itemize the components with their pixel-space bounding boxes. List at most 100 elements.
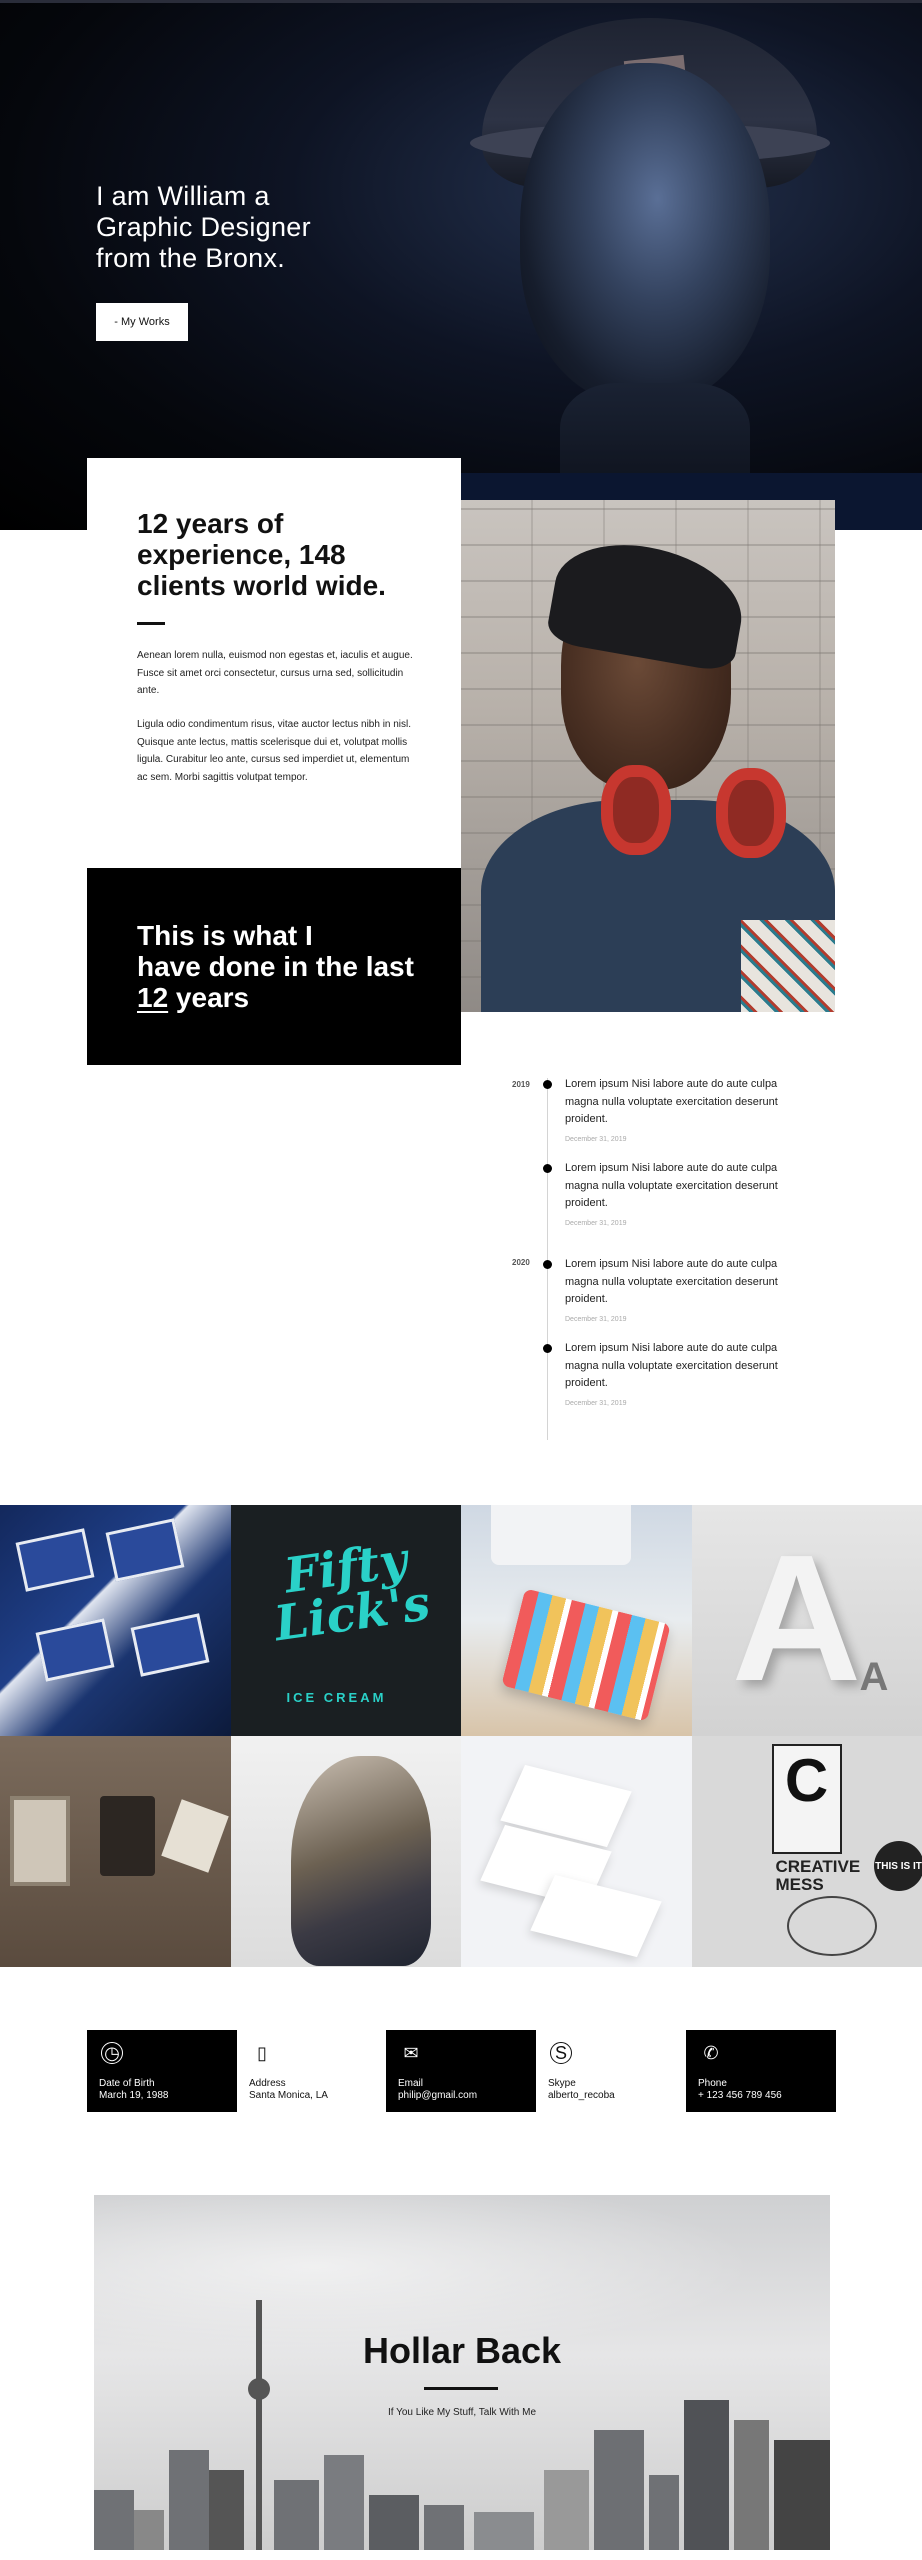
scribble	[786, 1896, 877, 1956]
skyline-building	[774, 2440, 830, 2550]
skyline-building	[324, 2455, 364, 2550]
skyline-building	[209, 2470, 244, 2550]
info-phone: ✆ Phone + 123 456 789 456	[686, 2030, 836, 2112]
about-paragraph-2: Ligula odio condimentum risus, vitae auc…	[137, 719, 412, 783]
hollar-back-section: Hollar Back If You Like My Stuff, Talk W…	[94, 2195, 830, 2550]
timeline-line	[547, 1078, 548, 1440]
timeline-entry-date: December 31, 2019	[565, 1316, 627, 1323]
hero-title: I am William a Graphic Designer from the…	[96, 181, 311, 273]
experience-line-3: years	[168, 982, 250, 1013]
map-icon: ▯	[257, 2042, 267, 2063]
about-card: 12 years of experience, 148 clients worl…	[87, 458, 461, 868]
skyline-building	[649, 2475, 679, 2550]
imac-image	[491, 1505, 631, 1565]
double-exposure-head	[290, 1756, 431, 1966]
info-value[interactable]: philip@gmail.com	[398, 2090, 477, 2102]
gallery-item-creative-mess[interactable]: C CREATIVE MESS THIS IS IT	[691, 1736, 922, 1967]
gallery-item-photo-wall[interactable]	[0, 1505, 231, 1736]
creative-mess-text: CREATIVE MESS	[775, 1857, 861, 1894]
info-label: Date of Birth	[99, 2078, 155, 2089]
skype-icon: S	[550, 2042, 572, 2064]
timeline-entry-date: December 31, 2019	[565, 1400, 627, 1407]
fifty-licks-logo: Fifty Lick's	[270, 1531, 433, 1653]
gallery-item-double-exposure[interactable]	[230, 1736, 461, 1967]
info-skype: S Skype alberto_recoba	[536, 2030, 686, 2112]
skyline-building	[424, 2505, 464, 2550]
clock-icon: ◷	[101, 2042, 123, 2064]
hollar-back-subtitle: If You Like My Stuff, Talk With Me	[387, 2407, 537, 2418]
info-date-of-birth: ◷ Date of Birth March 19, 1988	[87, 2030, 237, 2112]
hollar-back-title: Hollar Back	[362, 2330, 562, 2371]
photo-card	[15, 1528, 95, 1592]
creative-letter-c: C	[771, 1744, 842, 1854]
skyline-building	[274, 2480, 319, 2550]
headphones-portrait-image	[461, 500, 835, 1012]
skyline-building	[169, 2450, 209, 2550]
my-works-button[interactable]: - My Works	[96, 303, 188, 341]
info-value: Santa Monica, LA	[249, 2090, 328, 2101]
timeline-dot	[543, 1344, 552, 1353]
timeline-dot	[543, 1164, 552, 1173]
timeline-entry-text: Lorem ipsum Nisi labore aute do aute cul…	[565, 1078, 778, 1125]
info-label: Phone	[698, 2078, 727, 2089]
info-address: ▯ Address Santa Monica, LA	[237, 2030, 387, 2112]
info-label: Skype	[548, 2078, 576, 2089]
skyline-building	[734, 2420, 769, 2550]
timeline-entry-date: December 31, 2019	[565, 1136, 627, 1143]
gallery-item-ui-cards[interactable]	[461, 1736, 692, 1967]
ipad-image	[501, 1588, 671, 1722]
about-paragraph-1: Aenean lorem nulla, euismod non egestas …	[137, 650, 413, 696]
frame-image	[10, 1796, 70, 1886]
ui-card	[530, 1874, 662, 1958]
photo-card	[105, 1518, 185, 1582]
mail-icon: ✉	[403, 2042, 419, 2063]
skyline-building	[544, 2470, 589, 2550]
info-label: Address	[249, 2078, 286, 2089]
experience-title: This is what I have done in the last 12 …	[137, 920, 427, 1013]
info-value[interactable]: + 123 456 789 456	[698, 2090, 782, 2102]
info-value[interactable]: alberto_recoba	[548, 2090, 615, 2102]
about-divider	[137, 622, 165, 625]
experience-card: This is what I have done in the last 12 …	[87, 868, 461, 1065]
timeline-year: 2019	[512, 1080, 530, 1089]
timeline-entry-text: Lorem ipsum Nisi labore aute do aute cul…	[565, 1258, 778, 1305]
timeline-year: 2020	[512, 1258, 530, 1267]
photo-card	[130, 1613, 210, 1677]
photos-image	[161, 1799, 229, 1873]
gallery-item-letter-a[interactable]: A A	[691, 1505, 922, 1736]
about-title: 12 years of experience, 148 clients worl…	[137, 508, 386, 601]
gallery-item-ipad-mockup[interactable]	[461, 1505, 692, 1736]
headphone-left	[601, 765, 671, 855]
hero-portrait-image	[520, 63, 770, 403]
timeline-entry-text: Lorem ipsum Nisi labore aute do aute cul…	[565, 1342, 778, 1389]
skyline-building	[684, 2400, 729, 2550]
info-label: Email	[398, 2078, 424, 2089]
experience-line-1: This is what I	[137, 920, 313, 951]
info-value: March 19, 1988	[99, 2090, 169, 2101]
headphone-right	[716, 768, 786, 858]
timeline-dot	[543, 1260, 552, 1269]
gallery-item-vintage-camera[interactable]	[0, 1736, 231, 1967]
experience-line-2: have done in the last	[137, 951, 414, 982]
cn-tower-pod	[248, 2378, 270, 2400]
info-email: ✉ Email philip@gmail.com	[386, 2030, 536, 2112]
letter-a-large: A	[731, 1518, 862, 1719]
gallery-item-fifty-licks[interactable]: Fifty Lick's ICE CREAM	[230, 1505, 461, 1736]
this-is-it-badge: THIS IS IT	[873, 1841, 922, 1891]
letter-a-small: A	[859, 1655, 889, 1699]
shirt-pattern	[741, 920, 835, 1012]
hollar-back-divider	[424, 2387, 498, 2390]
phone-icon: ✆	[703, 2042, 719, 2063]
skyline-building	[134, 2510, 164, 2550]
timeline-entry-date: December 31, 2019	[565, 1220, 627, 1227]
skyline-building	[94, 2490, 134, 2550]
portfolio-gallery: Fifty Lick's ICE CREAM A A C CREATIVE ME…	[0, 1505, 922, 1967]
hero-section: I am William a Graphic Designer from the…	[0, 3, 922, 530]
timeline-entry-text: Lorem ipsum Nisi labore aute do aute cul…	[565, 1162, 778, 1209]
ice-cream-label: ICE CREAM	[286, 1690, 387, 1705]
camera-image	[100, 1796, 155, 1876]
skyline-building	[474, 2512, 534, 2550]
skyline-building	[369, 2495, 419, 2550]
timeline-dot	[543, 1080, 552, 1089]
skyline-building	[594, 2430, 644, 2550]
